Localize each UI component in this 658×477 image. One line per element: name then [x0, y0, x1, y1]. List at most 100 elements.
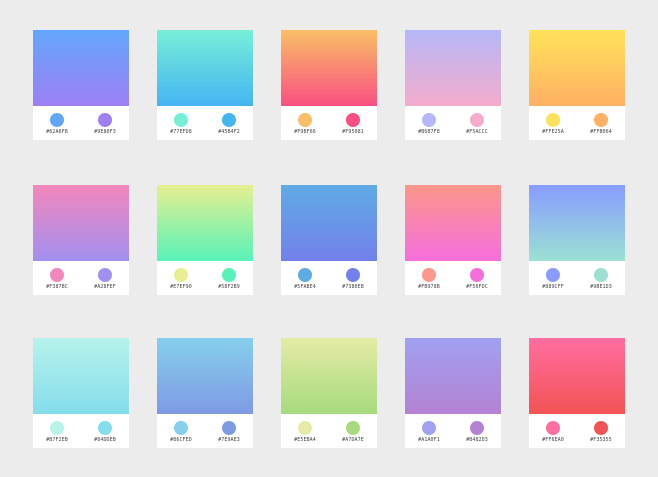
hex-code: #FB978B: [418, 284, 440, 290]
color-dot: [222, 421, 236, 435]
color-stop-end[interactable]: #F95081: [329, 106, 377, 140]
hex-code: #F387BC: [46, 284, 68, 290]
hex-code: #A7DA7E: [342, 437, 364, 443]
color-dot: [298, 421, 312, 435]
gradient-swatch: [33, 185, 129, 261]
hex-code: #9E80F3: [94, 129, 116, 135]
palette-card[interactable]: #62A6FB #9E80F3: [33, 30, 129, 140]
color-stop-start[interactable]: #E5EBA4: [281, 414, 329, 448]
color-stop-end[interactable]: #9BE1D3: [577, 261, 625, 295]
gradient-swatch: [281, 30, 377, 106]
color-dot: [98, 421, 112, 435]
gradient-swatch: [281, 185, 377, 261]
hex-code: #58F2B9: [218, 284, 240, 290]
color-dot: [470, 421, 484, 435]
color-stop-start[interactable]: #E7EF90: [157, 261, 205, 295]
color-stop-start[interactable]: #F9BF66: [281, 106, 329, 140]
color-stop-start[interactable]: #5FABE4: [281, 261, 329, 295]
gradient-swatch: [529, 30, 625, 106]
color-stop-end[interactable]: #F5ACCC: [453, 106, 501, 140]
hex-code: #889CFF: [542, 284, 564, 290]
gradient-swatch: [405, 185, 501, 261]
palette-card[interactable]: #E7EF90 #58F2B9: [157, 185, 253, 295]
hex-code: #9BE1D3: [590, 284, 612, 290]
color-stop-end[interactable]: #58F2B9: [205, 261, 253, 295]
palette-card[interactable]: #F387BC #A28FEF: [33, 185, 129, 295]
color-stop-end[interactable]: #45B4F2: [205, 106, 253, 140]
hex-code: #F95081: [342, 129, 364, 135]
color-dot: [470, 268, 484, 282]
palette-card[interactable]: #FFE25A #FFB064: [529, 30, 625, 140]
color-stop-start[interactable]: #889CFF: [529, 261, 577, 295]
color-stop-end[interactable]: #9E80F3: [81, 106, 129, 140]
color-stop-end[interactable]: #B482D3: [453, 414, 501, 448]
color-stop-end[interactable]: #84DDEB: [81, 414, 129, 448]
hex-code: #7380EB: [342, 284, 364, 290]
palette-card[interactable]: #B6B7F8 #F5ACCC: [405, 30, 501, 140]
hex-code: #F35355: [590, 437, 612, 443]
color-stop-end[interactable]: #A28FEF: [81, 261, 129, 295]
color-dot: [174, 421, 188, 435]
hex-code: #5FABE4: [294, 284, 316, 290]
color-dot: [422, 421, 436, 435]
color-dot: [50, 421, 64, 435]
color-stop-start[interactable]: #FB978B: [405, 261, 453, 295]
color-dot: [546, 268, 560, 282]
color-dot: [98, 268, 112, 282]
hex-code: #7E9AE3: [218, 437, 240, 443]
color-stop-start[interactable]: #A1A0F1: [405, 414, 453, 448]
color-dot: [222, 268, 236, 282]
hex-code: #62A6FB: [46, 129, 68, 135]
color-stop-start[interactable]: #62A6FB: [33, 106, 81, 140]
palette-card[interactable]: #889CFF #9BE1D3: [529, 185, 625, 295]
palette-card[interactable]: #F9BF66 #F95081: [281, 30, 377, 140]
color-dot: [174, 113, 188, 127]
hex-code: #F5ACCC: [466, 129, 488, 135]
color-stop-end[interactable]: #F56FDC: [453, 261, 501, 295]
gradient-swatch: [157, 185, 253, 261]
palette-card[interactable]: #FB978B #F56FDC: [405, 185, 501, 295]
color-stop-end[interactable]: #F35355: [577, 414, 625, 448]
gradient-swatch: [33, 338, 129, 414]
hex-code: #77EFD8: [170, 129, 192, 135]
color-stop-start[interactable]: #77EFD8: [157, 106, 205, 140]
palette-card[interactable]: #B7F2EB #84DDEB: [33, 338, 129, 448]
color-stop-start[interactable]: #FFE25A: [529, 106, 577, 140]
gradient-swatch: [529, 338, 625, 414]
hex-code: #A28FEF: [94, 284, 116, 290]
palette-card[interactable]: #5FABE4 #7380EB: [281, 185, 377, 295]
hex-code: #A1A0F1: [418, 437, 440, 443]
color-dot: [594, 421, 608, 435]
color-stop-start[interactable]: #B6B7F8: [405, 106, 453, 140]
gradient-swatch: [157, 338, 253, 414]
gradient-palette-grid: #62A6FB #9E80F3 #77EFD8 #45B4F2 #F9BF66 #F950…: [0, 0, 658, 477]
color-dot: [222, 113, 236, 127]
color-dot: [546, 113, 560, 127]
color-stop-end[interactable]: #7380EB: [329, 261, 377, 295]
palette-card[interactable]: #E5EBA4 #A7DA7E: [281, 338, 377, 448]
color-stop-start[interactable]: #86CFED: [157, 414, 205, 448]
palette-card[interactable]: #FF6EA0 #F35355: [529, 338, 625, 448]
color-stop-start[interactable]: #B7F2EB: [33, 414, 81, 448]
palette-card[interactable]: #86CFED #7E9AE3: [157, 338, 253, 448]
hex-code: #84DDEB: [94, 437, 116, 443]
hex-code: #E7EF90: [170, 284, 192, 290]
color-stop-end[interactable]: #7E9AE3: [205, 414, 253, 448]
color-dot: [346, 268, 360, 282]
hex-code: #E5EBA4: [294, 437, 316, 443]
color-stop-end[interactable]: #A7DA7E: [329, 414, 377, 448]
color-dot: [346, 113, 360, 127]
color-stop-end[interactable]: #FFB064: [577, 106, 625, 140]
palette-card[interactable]: #A1A0F1 #B482D3: [405, 338, 501, 448]
gradient-swatch: [405, 30, 501, 106]
color-stop-start[interactable]: #FF6EA0: [529, 414, 577, 448]
hex-code: #B7F2EB: [46, 437, 68, 443]
color-dot: [422, 113, 436, 127]
palette-card[interactable]: #77EFD8 #45B4F2: [157, 30, 253, 140]
gradient-swatch: [405, 338, 501, 414]
color-stop-start[interactable]: #F387BC: [33, 261, 81, 295]
color-dot: [422, 268, 436, 282]
hex-code: #B482D3: [466, 437, 488, 443]
hex-code: #FF6EA0: [542, 437, 564, 443]
hex-code: #B6B7F8: [418, 129, 440, 135]
